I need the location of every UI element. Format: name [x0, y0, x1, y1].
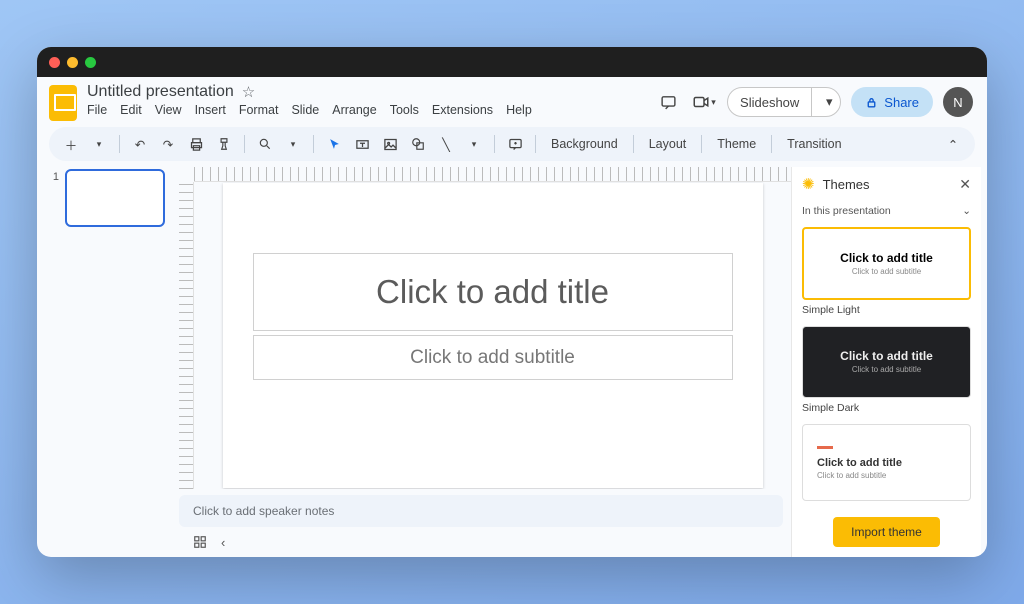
- layout-button[interactable]: Layout: [642, 137, 694, 151]
- account-avatar[interactable]: N: [943, 87, 973, 117]
- slideshow-label: Slideshow: [740, 95, 799, 110]
- menu-extensions[interactable]: Extensions: [432, 103, 493, 117]
- menu-slide[interactable]: Slide: [291, 103, 319, 117]
- slide-stage[interactable]: Click to add title Click to add subtitle: [194, 182, 791, 489]
- zoom-button[interactable]: [253, 132, 277, 156]
- themes-section-toggle[interactable]: In this presentation ⌄: [792, 201, 981, 221]
- import-theme-button[interactable]: Import theme: [833, 517, 940, 547]
- comment-button[interactable]: [503, 132, 527, 156]
- subtitle-placeholder[interactable]: Click to add subtitle: [253, 335, 733, 380]
- filmstrip-slide-1[interactable]: 1: [49, 169, 179, 227]
- slide-number: 1: [49, 169, 59, 227]
- chevron-down-icon: ⌄: [962, 205, 971, 217]
- theme-simple-light[interactable]: Click to add title Click to add subtitle: [802, 227, 971, 300]
- meet-present-icon[interactable]: ▾: [691, 89, 717, 115]
- slides-app-icon: [49, 85, 77, 121]
- menu-bar: File Edit View Insert Format Slide Arran…: [87, 103, 645, 117]
- menu-file[interactable]: File: [87, 103, 107, 117]
- new-slide-menu-chevron[interactable]: ▾: [87, 132, 111, 156]
- paint-format-button[interactable]: [212, 132, 236, 156]
- line-menu-chevron[interactable]: ▾: [462, 132, 486, 156]
- theme-simple-dark[interactable]: Click to add title Click to add subtitle: [802, 326, 971, 398]
- slideshow-options-chevron[interactable]: ▾: [818, 94, 840, 110]
- print-button[interactable]: [184, 132, 208, 156]
- menu-edit[interactable]: Edit: [120, 103, 142, 117]
- window-zoom-button[interactable]: [85, 57, 96, 68]
- menu-view[interactable]: View: [155, 103, 182, 117]
- new-slide-button[interactable]: ＋: [59, 132, 83, 156]
- slide[interactable]: Click to add title Click to add subtitle: [223, 183, 763, 488]
- collapse-toolbar-chevron[interactable]: ⌃: [941, 132, 965, 156]
- zoom-menu-chevron[interactable]: ▾: [281, 132, 305, 156]
- select-tool[interactable]: [322, 132, 346, 156]
- theme-name-label: Simple Dark: [802, 402, 971, 414]
- slideshow-button[interactable]: Slideshow ▾: [727, 87, 841, 117]
- undo-button[interactable]: ↶: [128, 132, 152, 156]
- slide-thumbnail[interactable]: [65, 169, 165, 227]
- filmstrip: 1: [49, 167, 179, 557]
- accent-bar-icon: [817, 446, 833, 449]
- star-icon[interactable]: ☆: [242, 83, 255, 101]
- themes-panel-title: Themes: [823, 177, 870, 192]
- share-label: Share: [884, 95, 919, 110]
- menu-tools[interactable]: Tools: [390, 103, 419, 117]
- lock-icon: [865, 96, 878, 109]
- menu-format[interactable]: Format: [239, 103, 279, 117]
- header: Untitled presentation ☆ File Edit View I…: [37, 77, 987, 127]
- document-title[interactable]: Untitled presentation: [87, 83, 234, 101]
- image-tool[interactable]: [378, 132, 402, 156]
- ruler-vertical: [179, 182, 194, 489]
- menu-help[interactable]: Help: [506, 103, 532, 117]
- redo-button[interactable]: ↷: [156, 132, 180, 156]
- share-button[interactable]: Share: [851, 87, 933, 117]
- workspace: 1 Click to add title Click to add subtit…: [37, 167, 987, 557]
- background-button[interactable]: Background: [544, 137, 625, 151]
- close-panel-button[interactable]: ✕: [959, 176, 971, 193]
- theme-streamline[interactable]: Click to add title Click to add subtitle: [802, 424, 971, 501]
- theme-list[interactable]: Click to add title Click to add subtitle…: [792, 221, 981, 507]
- themes-icon: ✺: [802, 175, 815, 193]
- ruler-horizontal: [194, 167, 791, 182]
- prev-slide-chevron[interactable]: ‹: [221, 535, 225, 550]
- line-tool[interactable]: ╲: [434, 132, 458, 156]
- canvas-area: Click to add title Click to add subtitle…: [179, 167, 791, 557]
- theme-button[interactable]: Theme: [710, 137, 763, 151]
- transition-button[interactable]: Transition: [780, 137, 848, 151]
- speaker-notes[interactable]: Click to add speaker notes: [179, 495, 783, 527]
- textbox-tool[interactable]: [350, 132, 374, 156]
- comment-history-icon[interactable]: [655, 89, 681, 115]
- toolbar: ＋ ▾ ↶ ↷ ▾ ╲ ▾: [49, 127, 975, 161]
- shape-tool[interactable]: [406, 132, 430, 156]
- bottom-bar: ‹: [179, 527, 791, 557]
- titlebar: [37, 47, 987, 77]
- menu-insert[interactable]: Insert: [195, 103, 226, 117]
- window-close-button[interactable]: [49, 57, 60, 68]
- window-minimize-button[interactable]: [67, 57, 78, 68]
- explore-grid-icon[interactable]: [193, 535, 207, 549]
- theme-name-label: Simple Light: [802, 304, 971, 316]
- themes-panel: ✺ Themes ✕ In this presentation ⌄ Click …: [791, 167, 981, 557]
- chevron-down-icon: ▾: [711, 97, 716, 108]
- menu-arrange[interactable]: Arrange: [332, 103, 376, 117]
- title-placeholder[interactable]: Click to add title: [253, 253, 733, 331]
- app-window: Untitled presentation ☆ File Edit View I…: [37, 47, 987, 557]
